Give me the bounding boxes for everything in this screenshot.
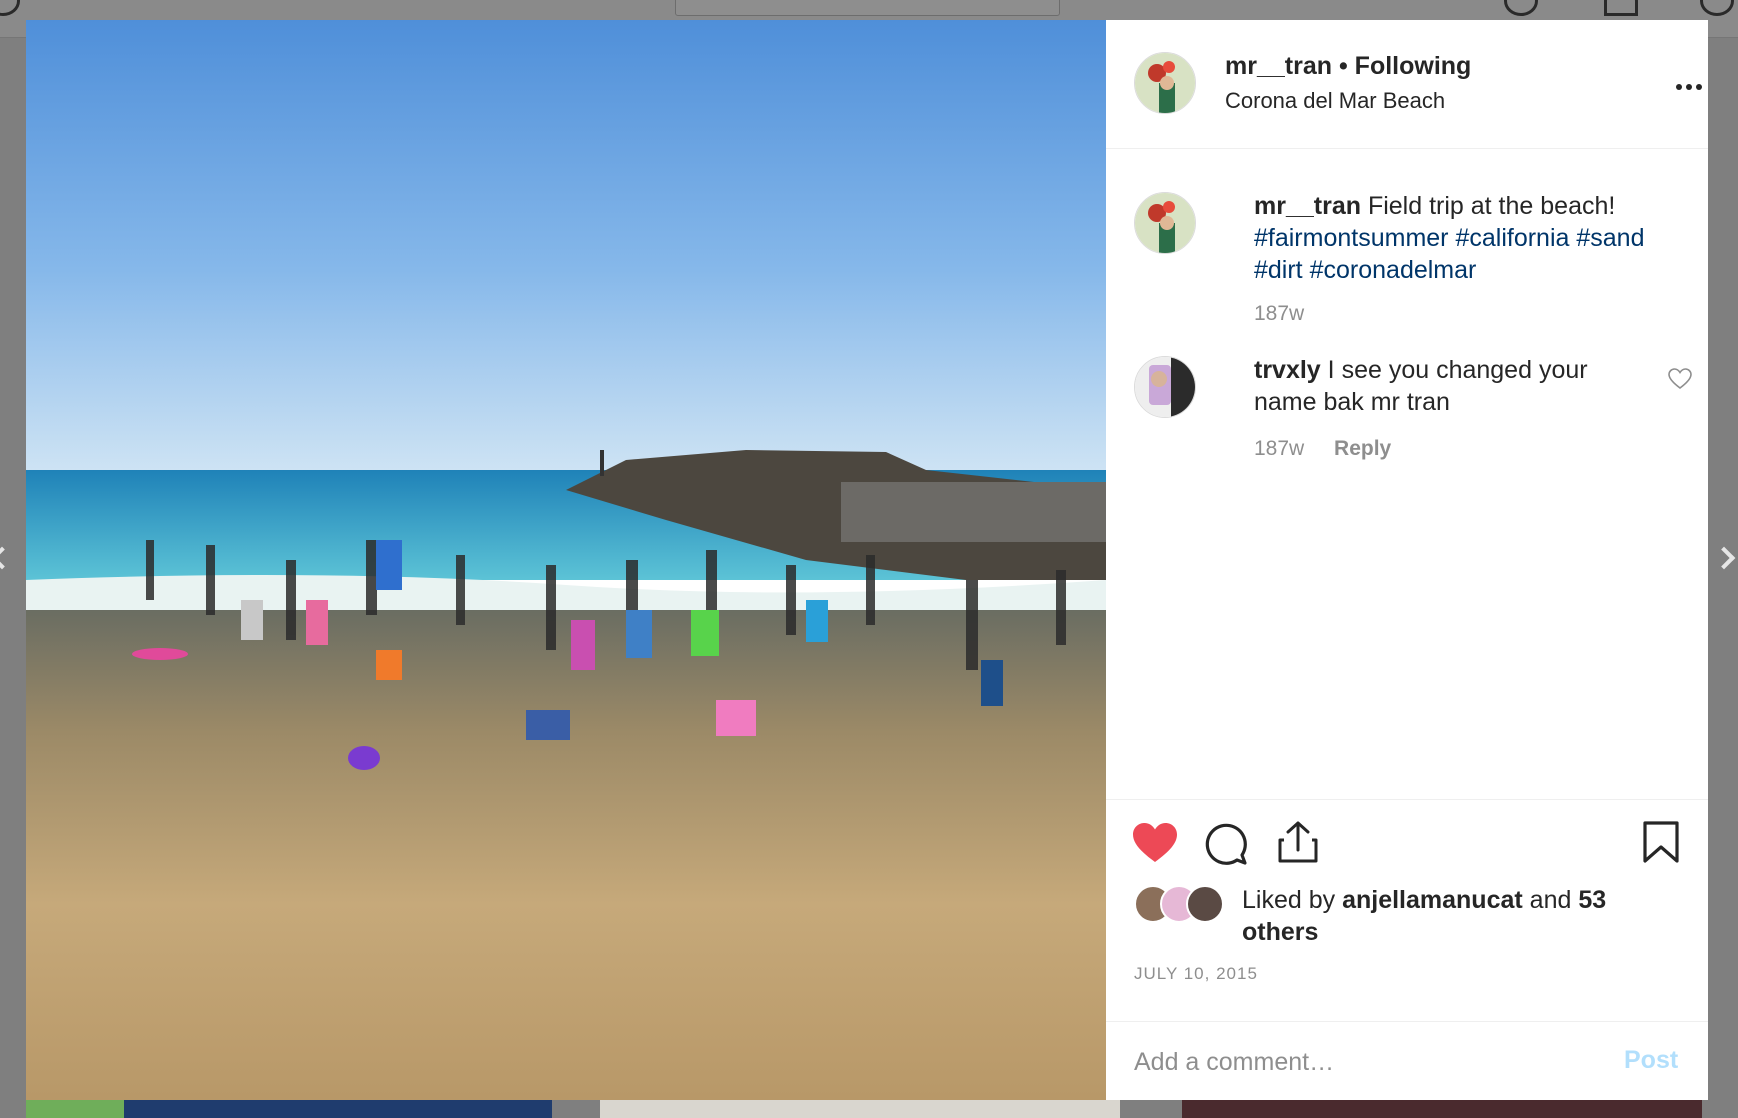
background-search-box: [675, 0, 1060, 16]
likes-summary: Liked by anjellamanucat and 53 others: [1242, 884, 1642, 948]
comment-item: trvxly I see you changed your name bak m…: [1254, 354, 1654, 418]
author-avatar[interactable]: [1134, 52, 1196, 114]
background-feed-tiles: [0, 1100, 1738, 1118]
comment-icon: [1205, 823, 1247, 865]
likes-conjunction: and: [1529, 886, 1572, 914]
chevron-right-icon: [1712, 546, 1736, 570]
previous-post-arrow[interactable]: [0, 520, 18, 600]
add-comment-input[interactable]: [1134, 1044, 1594, 1080]
comment-like-button[interactable]: [1668, 368, 1692, 390]
post-comment-button[interactable]: Post: [1624, 1046, 1678, 1075]
next-post-arrow[interactable]: [1712, 520, 1738, 600]
caption-username[interactable]: mr__tran: [1254, 192, 1361, 220]
reply-button[interactable]: Reply: [1334, 437, 1391, 460]
post-header: mr__tran • Following Corona del Mar Beac…: [1106, 20, 1708, 149]
post-actions: Liked by anjellamanucat and 53 others JU…: [1106, 799, 1708, 1020]
comment-button[interactable]: [1204, 822, 1248, 871]
beach-photo: [26, 20, 1106, 1100]
heart-icon: [1133, 823, 1177, 862]
comment-age[interactable]: 187w: [1254, 437, 1304, 460]
header-username-line: mr__tran • Following: [1225, 52, 1471, 81]
liker-avatar: [1186, 885, 1224, 923]
background-activity-icon: [1604, 0, 1638, 16]
caption-text: mr__tran Field trip at the beach! #fairm…: [1254, 190, 1674, 286]
caption-body: Field trip at the beach!: [1367, 192, 1616, 220]
save-button[interactable]: [1642, 820, 1680, 869]
post-date[interactable]: JULY 10, 2015: [1134, 964, 1258, 984]
follow-button[interactable]: Following: [1355, 52, 1472, 80]
share-button[interactable]: [1276, 820, 1320, 869]
caption-age[interactable]: 187w: [1254, 302, 1304, 326]
commenter-avatar[interactable]: [1134, 356, 1196, 418]
hashtag-link[interactable]: #california: [1455, 224, 1569, 252]
hashtag-link[interactable]: #coronadelmar: [1310, 256, 1477, 284]
chevron-left-icon: [0, 546, 14, 570]
hashtag-link[interactable]: #fairmontsummer: [1254, 224, 1449, 252]
likes-prefix: Liked by: [1242, 886, 1336, 914]
like-button[interactable]: [1132, 822, 1178, 869]
comment-like-icon: [1668, 368, 1692, 390]
author-username[interactable]: mr__tran: [1225, 52, 1332, 80]
post-photo[interactable]: [26, 20, 1106, 1100]
hashtag-link[interactable]: #dirt: [1254, 256, 1303, 284]
top-liker-username[interactable]: anjellamanucat: [1342, 886, 1523, 914]
comments-section: mr__tran Field trip at the beach! #fairm…: [1106, 150, 1708, 799]
post-details-panel: mr__tran • Following Corona del Mar Beac…: [1106, 20, 1708, 1100]
likers-avatars[interactable]: [1134, 885, 1230, 925]
header-separator: •: [1338, 52, 1348, 80]
comment-meta: 187w Reply: [1254, 437, 1391, 461]
hashtag-link[interactable]: #sand: [1576, 224, 1644, 252]
more-options-button[interactable]: [1676, 82, 1706, 94]
add-comment-bar: Post: [1106, 1021, 1708, 1100]
caption-author-avatar[interactable]: [1134, 192, 1196, 254]
comment-username[interactable]: trvxly: [1254, 356, 1321, 384]
share-icon: [1278, 821, 1318, 863]
post-location[interactable]: Corona del Mar Beach: [1225, 88, 1445, 114]
post-modal: mr__tran • Following Corona del Mar Beac…: [26, 20, 1708, 1100]
bookmark-icon: [1643, 821, 1679, 863]
